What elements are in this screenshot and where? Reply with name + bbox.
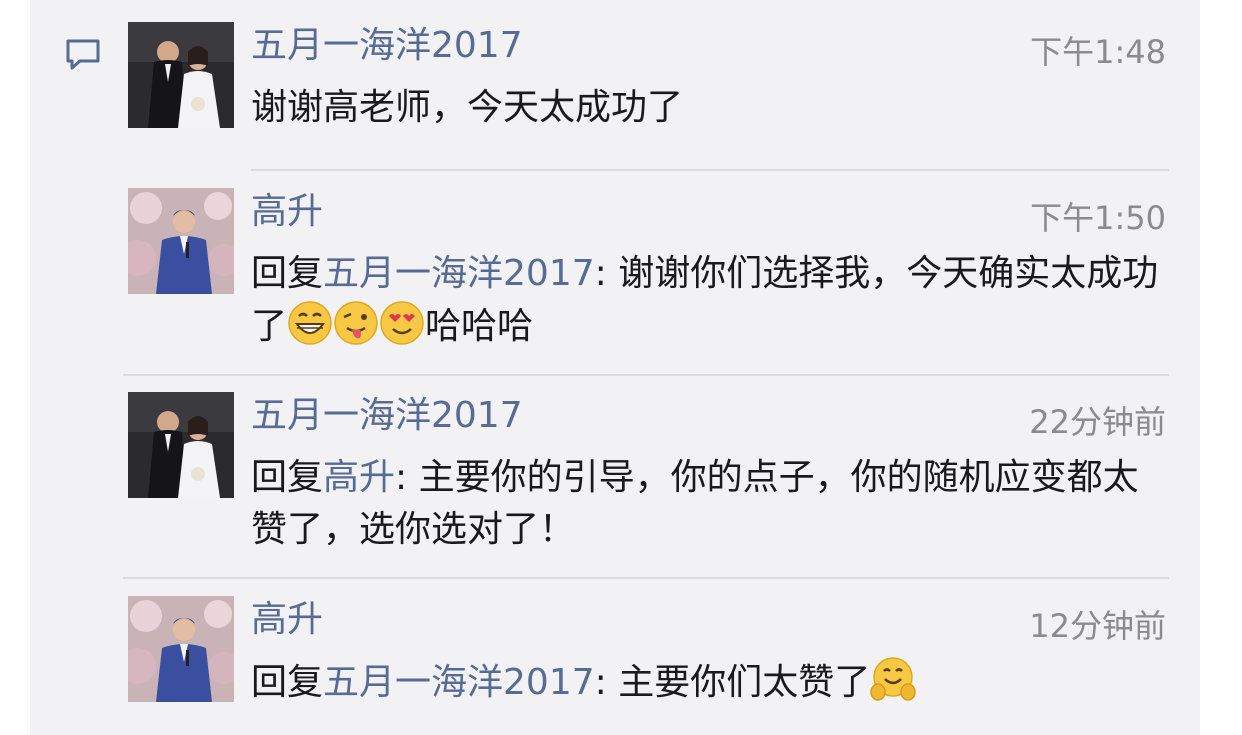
- comment-icon: [66, 39, 100, 70]
- comment-time: 22分钟前: [1029, 403, 1166, 441]
- avatar[interactable]: [128, 392, 234, 498]
- reply-to-link[interactable]: 五月一海洋2017: [323, 253, 595, 294]
- comment-time: 下午1:50: [1030, 199, 1166, 237]
- divider: [251, 169, 1169, 171]
- heart-eyes-emoji: [380, 301, 424, 345]
- avatar[interactable]: [128, 596, 234, 702]
- reply-prefix: 回复: [251, 662, 324, 703]
- divider: [123, 577, 1169, 579]
- reply-to-link[interactable]: 高升: [323, 457, 395, 498]
- grin-emoji: [288, 301, 332, 345]
- comment-item[interactable]: 五月一海洋2017 22分钟前 回复高升: 主要你的引导，你的点子，你的随机应变…: [128, 392, 1168, 552]
- comment-item[interactable]: 高升 下午1:50 回复五月一海洋2017: 谢谢你们选择我，今天确实太成功了 …: [128, 188, 1168, 348]
- comment-time: 下午1:48: [1030, 33, 1166, 71]
- comment-text: 谢谢高老师，今天太成功了: [251, 87, 684, 128]
- comment-author[interactable]: 五月一海洋2017: [251, 394, 523, 438]
- reply-prefix: 回复: [251, 457, 324, 498]
- reply-to-link[interactable]: 五月一海洋2017: [323, 662, 595, 703]
- comment-time: 12分钟前: [1029, 607, 1166, 645]
- comment-text: 回复五月一海洋2017: 谢谢你们选择我，今天确实太成功了 哈哈哈: [251, 253, 1159, 347]
- clapping-smile-emoji: [870, 657, 916, 701]
- comment-item[interactable]: 五月一海洋2017 下午1:48 谢谢高老师，今天太成功了: [128, 22, 1168, 132]
- avatar[interactable]: [128, 188, 234, 294]
- comment-item[interactable]: 高升 12分钟前 回复五月一海洋2017: 主要你们太赞了: [128, 596, 1168, 706]
- comment-text: 回复五月一海洋2017: 主要你们太赞了: [251, 656, 1161, 709]
- wink-tongue-emoji: [334, 301, 378, 345]
- comment-suffix: 哈哈哈: [425, 306, 534, 347]
- reply-prefix: 回复: [251, 253, 324, 294]
- divider: [123, 374, 1169, 376]
- comment-author[interactable]: 高升: [251, 190, 323, 234]
- comment-author[interactable]: 高升: [251, 598, 323, 642]
- avatar[interactable]: [128, 22, 234, 128]
- comment-author[interactable]: 五月一海洋2017: [251, 24, 523, 68]
- comment-text: 回复高升: 主要你的引导，你的点子，你的随机应变都太赞了，选你选对了！: [251, 457, 1139, 550]
